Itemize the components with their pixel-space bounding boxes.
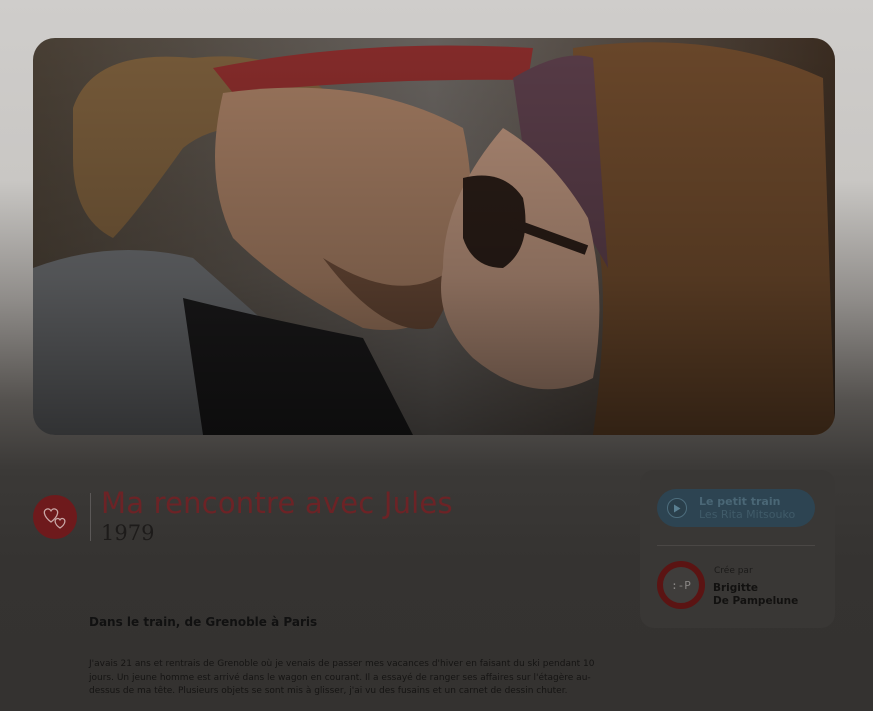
audio-title: Le petit train — [699, 495, 781, 508]
author-last-name: De Pampelune — [713, 595, 799, 607]
story-title: Ma rencontre avec Jules — [101, 486, 453, 520]
story-year: 1979 — [101, 521, 155, 545]
story-photo — [33, 38, 835, 435]
hearts-icon — [43, 508, 66, 529]
title-divider — [90, 493, 91, 541]
story-subtitle: Dans le train, de Grenoble à Paris — [89, 615, 318, 629]
story-body: J'avais 21 ans et rentrais de Grenoble o… — [89, 659, 595, 696]
author-name[interactable]: Brigitte De Pampelune — [713, 582, 798, 608]
audio-info: Le petit train Les Rita Mitsouko — [699, 495, 795, 521]
author-first-name: Brigitte — [713, 582, 759, 594]
avatar-text: :-P — [671, 578, 691, 592]
couple-photo-illustration — [33, 38, 835, 435]
avatar[interactable]: :-P — [657, 561, 705, 609]
audio-player-button[interactable]: Le petit train Les Rita Mitsouko — [657, 489, 815, 527]
play-icon[interactable] — [667, 498, 687, 518]
created-by-label: Crée par — [714, 566, 753, 576]
hearts-badge — [33, 495, 77, 539]
audio-artist: Les Rita Mitsouko — [699, 508, 796, 521]
card-separator — [657, 545, 815, 546]
